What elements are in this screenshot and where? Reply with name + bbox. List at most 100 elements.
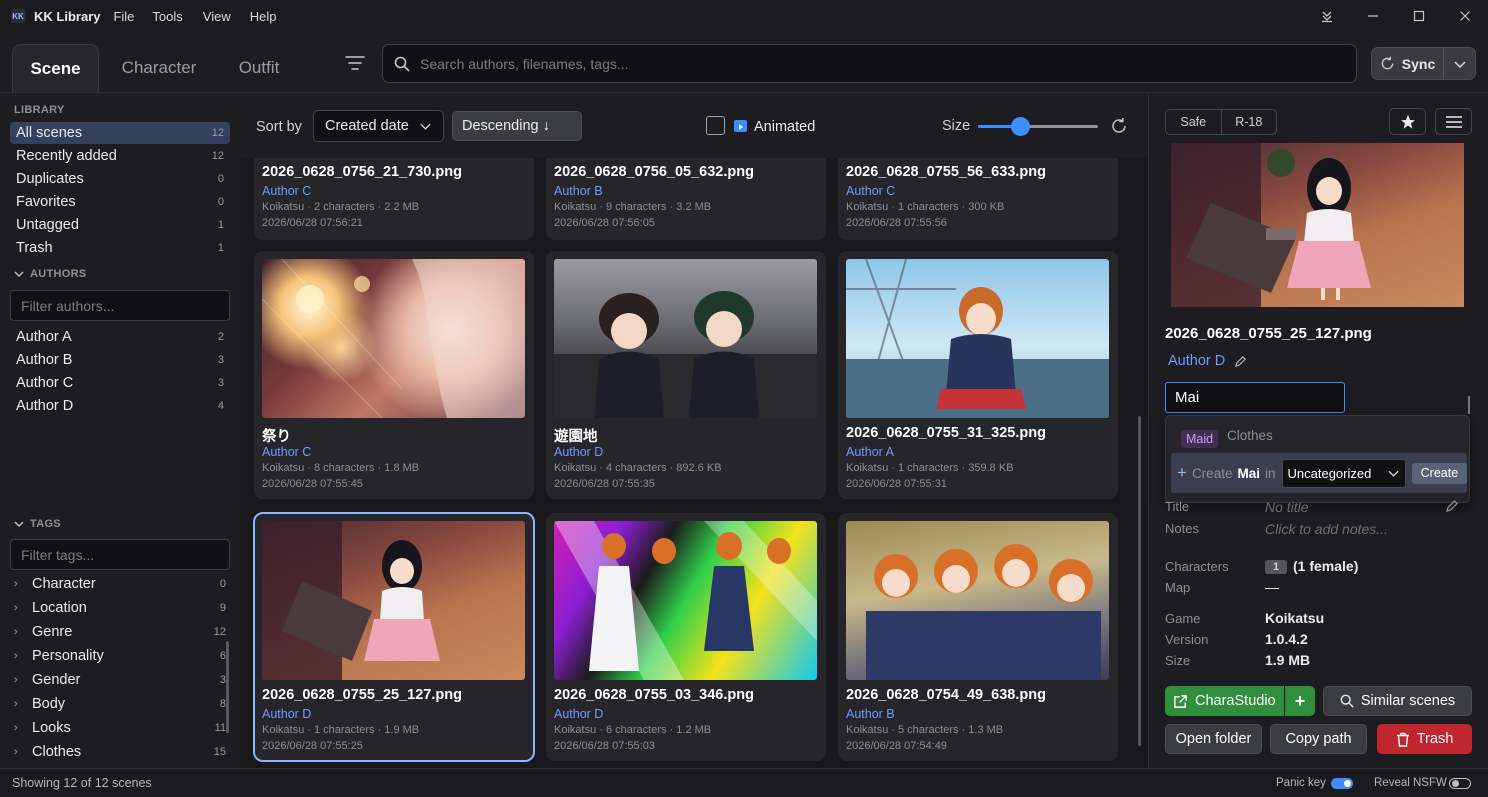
- rating-r18[interactable]: R-18: [1220, 110, 1277, 134]
- app-title: KK Library: [34, 8, 101, 24]
- sync-button[interactable]: Sync: [1372, 48, 1444, 79]
- tab-scene[interactable]: Scene: [12, 44, 99, 92]
- animated-label: Animated: [754, 119, 816, 135]
- reveal-nsfw-toggle[interactable]: [1449, 778, 1471, 789]
- scene-date: 2026/06/28 07:55:31: [846, 478, 947, 490]
- sort-field-select[interactable]: Created date: [313, 110, 444, 142]
- scene-card[interactable]: 祭り Author C Koikatsu · 8 characters · 1.…: [254, 251, 534, 499]
- suggestion-tag-maid[interactable]: Maid: [1181, 430, 1219, 448]
- chevron-right-icon: ›: [14, 698, 18, 710]
- scene-card[interactable]: 2026_0628_0756_05_632.png Author B Koika…: [546, 158, 826, 240]
- menu-button[interactable]: [1435, 108, 1472, 135]
- authors-filter-input[interactable]: Filter authors...: [10, 290, 230, 321]
- sidebar-item-trash[interactable]: Trash 1: [10, 237, 230, 259]
- notes-value[interactable]: Click to add notes...: [1265, 521, 1388, 537]
- search-icon: [1340, 694, 1354, 708]
- scene-card[interactable]: 2026_0628_0756_21_730.png Author C Koika…: [254, 158, 534, 240]
- tags-filter-input[interactable]: Filter tags...: [10, 539, 230, 570]
- browser-toolbar: Sort by Created date Descending ↓ Animat…: [240, 93, 1148, 158]
- tags-scrollbar[interactable]: [226, 641, 229, 733]
- size-slider-thumb[interactable]: [1011, 117, 1030, 136]
- menu-file[interactable]: File: [113, 9, 134, 24]
- tags-header[interactable]: TAGS: [14, 518, 61, 530]
- tag-category-personality[interactable]: › Personality 6: [14, 645, 226, 667]
- tab-outfit[interactable]: Outfit: [225, 44, 293, 92]
- scene-filename: 2026_0628_0755_56_633.png: [846, 164, 1046, 180]
- sidebar-item-recently-added[interactable]: Recently added 12: [10, 145, 230, 167]
- trash-button[interactable]: Trash: [1377, 724, 1472, 754]
- rating-toggle[interactable]: Safe R-18: [1165, 109, 1277, 135]
- title-value[interactable]: No title: [1265, 499, 1309, 515]
- pencil-icon[interactable]: [1234, 355, 1247, 368]
- detail-scrollbar[interactable]: [1468, 396, 1470, 414]
- favorite-button[interactable]: [1389, 108, 1426, 135]
- scene-author[interactable]: Author B: [554, 184, 603, 198]
- sidebar-item-author-c[interactable]: Author C 3: [10, 372, 230, 394]
- close-button[interactable]: [1442, 0, 1488, 32]
- scene-author[interactable]: Author D: [554, 707, 603, 721]
- scene-author[interactable]: Author D: [262, 707, 311, 721]
- sidebar-item-author-d[interactable]: Author D 4: [10, 395, 230, 417]
- rating-safe[interactable]: Safe: [1166, 110, 1221, 134]
- scene-card[interactable]: 遊園地 Author D Koikatsu · 4 characters · 8…: [546, 251, 826, 499]
- refresh-icon[interactable]: [1110, 117, 1128, 135]
- search-bar[interactable]: Search authors, filenames, tags...: [382, 44, 1357, 83]
- scene-author[interactable]: Author C: [262, 445, 311, 459]
- grid-scrollbar[interactable]: [1138, 416, 1141, 746]
- scene-date: 2026/06/28 07:56:21: [262, 217, 363, 229]
- scene-author[interactable]: Author D: [554, 445, 603, 459]
- open-folder-button[interactable]: Open folder: [1165, 724, 1262, 754]
- sidebar-item-untagged[interactable]: Untagged 1: [10, 214, 230, 236]
- filter-icon[interactable]: [344, 52, 366, 74]
- panic-key-toggle[interactable]: [1331, 778, 1353, 789]
- similar-scenes-button[interactable]: Similar scenes: [1323, 686, 1472, 716]
- category-select[interactable]: Uncategorized: [1281, 458, 1406, 488]
- search-input[interactable]: Search authors, filenames, tags...: [420, 56, 629, 72]
- scene-author[interactable]: Author C: [262, 184, 311, 198]
- scene-card[interactable]: 2026_0628_0755_56_633.png Author C Koika…: [838, 158, 1118, 240]
- tag-category-gender[interactable]: › Gender 3: [14, 669, 226, 691]
- sidebar-item-favorites[interactable]: Favorites 0: [10, 191, 230, 213]
- animated-checkbox[interactable]: [706, 116, 725, 135]
- create-tag-button[interactable]: Create: [1411, 462, 1467, 484]
- maximize-button[interactable]: [1396, 0, 1442, 32]
- pencil-icon[interactable]: [1445, 499, 1459, 513]
- scene-author[interactable]: Author A: [846, 445, 894, 459]
- minimize-button[interactable]: [1350, 0, 1396, 32]
- tag-category-looks[interactable]: › Looks 11: [14, 717, 226, 739]
- authors-header[interactable]: AUTHORS: [14, 268, 87, 280]
- sidebar-item-author-a[interactable]: Author A 2: [10, 326, 230, 348]
- scene-meta: Koikatsu · 8 characters · 1.8 MB: [262, 462, 420, 474]
- tag-category-character[interactable]: › Character 0: [14, 573, 226, 595]
- detail-author[interactable]: Author D: [1168, 353, 1225, 369]
- scene-card[interactable]: 2026_0628_0754_49_638.png Author B Koika…: [838, 513, 1118, 761]
- scene-card[interactable]: 2026_0628_0755_03_346.png Author D Koika…: [546, 513, 826, 761]
- copy-path-button[interactable]: Copy path: [1270, 724, 1367, 754]
- menu-view[interactable]: View: [203, 9, 231, 24]
- download-icon[interactable]: [1304, 0, 1350, 32]
- sidebar-item-count: 1: [217, 242, 224, 254]
- sidebar-item-all-scenes[interactable]: All scenes 12: [10, 122, 230, 144]
- tag-category-location[interactable]: › Location 9: [14, 597, 226, 619]
- tag-input[interactable]: Mai: [1165, 382, 1345, 413]
- reveal-nsfw-label: Reveal NSFW: [1374, 777, 1447, 789]
- menu-tools[interactable]: Tools: [152, 9, 182, 24]
- sidebar-item-label: Duplicates: [16, 171, 84, 187]
- charastudio-button[interactable]: CharaStudio: [1165, 686, 1284, 716]
- scene-author[interactable]: Author B: [846, 707, 895, 721]
- sort-order-button[interactable]: Descending ↓: [452, 111, 582, 141]
- chevron-right-icon: ›: [14, 578, 18, 590]
- menu-help[interactable]: Help: [250, 9, 277, 24]
- sidebar-item-duplicates[interactable]: Duplicates 0: [10, 168, 230, 190]
- tag-category-clothes[interactable]: › Clothes 15: [14, 741, 226, 763]
- scene-card-selected[interactable]: 2026_0628_0755_25_127.png Author D Koika…: [253, 512, 535, 762]
- scene-author[interactable]: Author C: [846, 184, 895, 198]
- sidebar-item-author-b[interactable]: Author B 3: [10, 349, 230, 371]
- sync-dropdown-button[interactable]: [1444, 57, 1475, 71]
- tab-character[interactable]: Character: [110, 44, 208, 92]
- scene-meta: Koikatsu · 1 characters · 359.8 KB: [846, 462, 1014, 474]
- tag-category-body[interactable]: › Body 8: [14, 693, 226, 715]
- tag-category-genre[interactable]: › Genre 12: [14, 621, 226, 643]
- scene-card[interactable]: 2026_0628_0755_31_325.png Author A Koika…: [838, 251, 1118, 499]
- charastudio-add-button[interactable]: +: [1285, 686, 1315, 716]
